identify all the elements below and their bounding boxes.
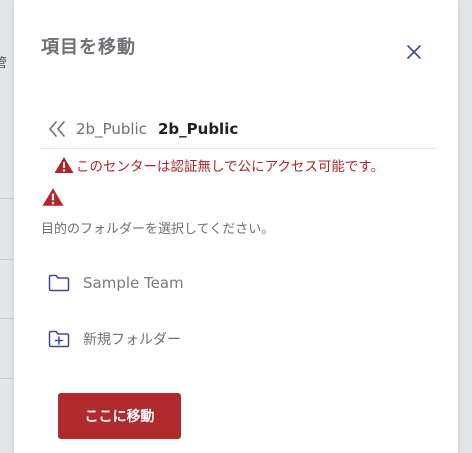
- breadcrumb-parent-link[interactable]: 2b_Public: [76, 120, 147, 138]
- background-divider: [0, 378, 14, 379]
- breadcrumb: 2b_Public 2b_Public: [46, 117, 238, 141]
- folder-icon: [48, 274, 70, 292]
- divider: [41, 148, 437, 149]
- new-folder-label: 新規フォルダー: [83, 332, 181, 348]
- folder-item-sample-team[interactable]: Sample Team: [48, 273, 184, 293]
- dialog-title: 項目を移動: [41, 37, 136, 58]
- background-divider: [0, 259, 14, 260]
- background-text: 管: [0, 56, 8, 71]
- warning-triangle-icon: [54, 157, 74, 173]
- warning-triangle-icon: [42, 188, 64, 206]
- warning-text: このセンターは認証無しで公にアクセス可能です。: [76, 159, 385, 175]
- folder-label: Sample Team: [83, 274, 184, 292]
- public-warning: このセンターは認証無しで公にアクセス可能です。: [54, 155, 384, 175]
- breadcrumb-current: 2b_Public: [157, 120, 239, 138]
- background-divider: [0, 198, 14, 199]
- move-item-dialog: 項目を移動 2b_Public 2b_Public このセンターは認証無しで公に…: [14, 0, 458, 453]
- close-icon[interactable]: [406, 44, 422, 60]
- instruction-text: 目的のフォルダーを選択してください。: [41, 222, 275, 237]
- folder-plus-icon: [48, 330, 70, 348]
- double-chevron-left-icon[interactable]: [46, 119, 68, 139]
- background-divider: [0, 318, 14, 319]
- move-here-button[interactable]: ここに移動: [58, 393, 181, 439]
- new-folder-button[interactable]: 新規フォルダー: [48, 329, 181, 349]
